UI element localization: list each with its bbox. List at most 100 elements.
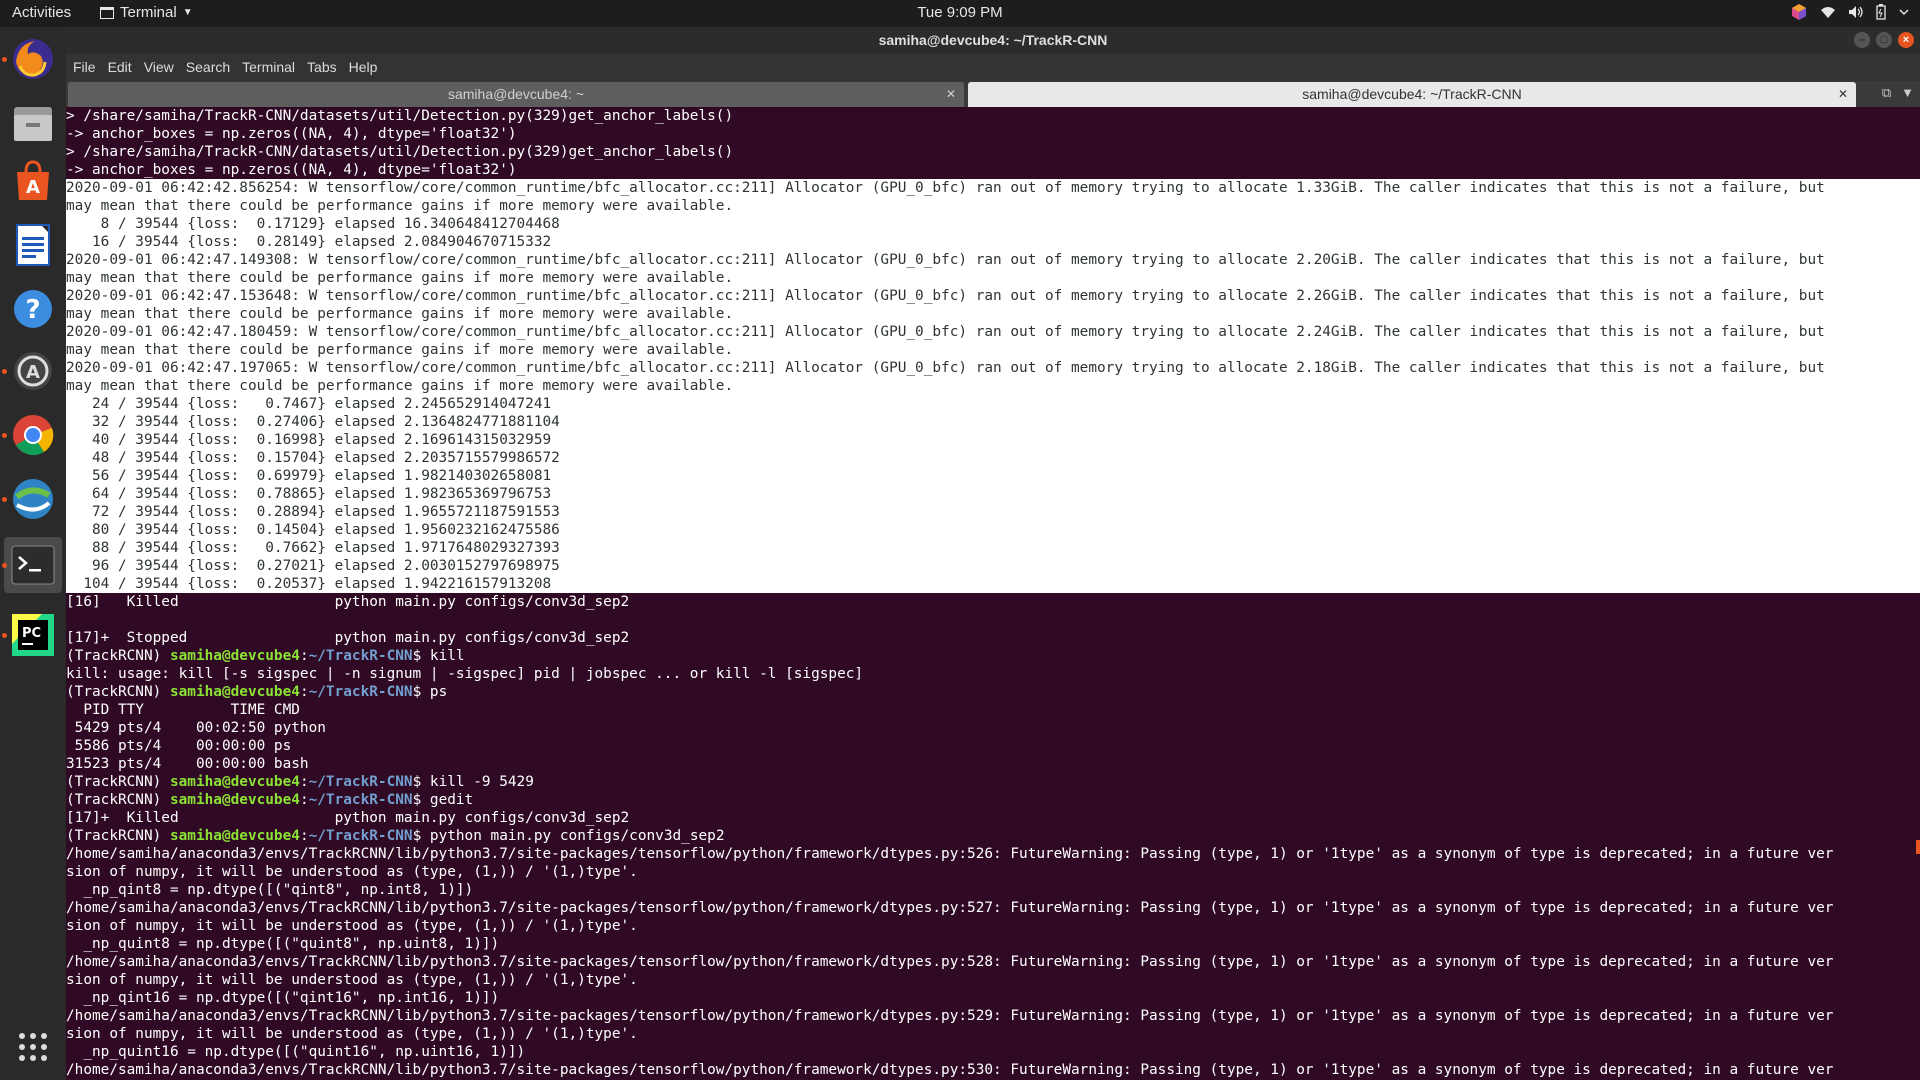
terminal-line: 40 / 39544 {loss: 0.16998} elapsed 2.169… <box>66 431 1920 449</box>
menu-terminal[interactable]: Terminal <box>236 54 301 81</box>
menu-search[interactable]: Search <box>180 54 236 81</box>
terminal-line: 32 / 39544 {loss: 0.27406} elapsed 2.136… <box>66 413 1920 431</box>
prompt-user: samiha@devcube4 <box>169 828 300 844</box>
menu-edit[interactable]: Edit <box>102 54 138 81</box>
terminal-line: 2020-09-01 06:42:47.180459: W tensorflow… <box>66 323 1920 341</box>
terminal-line: 2020-09-01 06:42:42.856254: W tensorflow… <box>66 179 1920 197</box>
terminal-line: 2020-09-01 06:42:47.149308: W tensorflow… <box>66 251 1920 269</box>
terminal-line: _np_quint8 = np.dtype([("quint8", np.uin… <box>66 936 500 952</box>
prompt-env: (TrackRCNN) <box>66 828 170 844</box>
terminal-line: /home/samiha/anaconda3/envs/TrackRCNN/li… <box>66 954 1834 970</box>
prompt-user: samiha@devcube4 <box>169 684 300 700</box>
prompt-env: (TrackRCNN) <box>66 774 170 790</box>
svg-text:PC: PC <box>22 626 41 641</box>
software-center-launcher[interactable]: A <box>9 157 57 205</box>
terminal-line: 88 / 39544 {loss: 0.7662} elapsed 1.9717… <box>66 539 1920 557</box>
prompt-command: kill -9 5429 <box>429 774 534 790</box>
window-title: samiha@devcube4: ~/TrackR-CNN <box>878 32 1108 48</box>
terminal-line: [16] Killed python main.py configs/conv3… <box>66 594 630 610</box>
new-tab-icon[interactable]: ⧉ <box>1882 85 1891 101</box>
close-tab-icon[interactable]: ✕ <box>946 82 956 107</box>
prompt-path: ~/TrackR-CNN <box>308 684 413 700</box>
terminal-line: 80 / 39544 {loss: 0.14504} elapsed 1.956… <box>66 521 1920 539</box>
terminal-line: sion of numpy, it will be understood as … <box>66 918 638 934</box>
top-bar: Activities Terminal ▼ Tue 9:09 PM <box>0 0 1920 27</box>
prompt-user: samiha@devcube4 <box>169 774 300 790</box>
terminal-line: /home/samiha/anaconda3/envs/TrackRCNN/li… <box>66 1008 1834 1024</box>
running-indicator <box>2 563 7 568</box>
show-apps-icon <box>19 1033 47 1061</box>
menu-help[interactable]: Help <box>343 54 384 81</box>
close-tab-icon[interactable]: ✕ <box>1838 82 1848 107</box>
minimize-icon: – <box>1858 34 1866 46</box>
power-menu-icon[interactable] <box>1898 6 1910 18</box>
prompt-command: ps <box>429 684 448 700</box>
terminal-line: 16 / 39544 {loss: 0.28149} elapsed 2.084… <box>66 233 1920 251</box>
terminal-line: may mean that there could be performance… <box>66 377 1920 395</box>
terminal-launcher[interactable] <box>4 537 62 593</box>
menu-file[interactable]: File <box>66 54 102 81</box>
prompt-env: (TrackRCNN) <box>66 792 170 808</box>
terminal-line: /home/samiha/anaconda3/envs/TrackRCNN/li… <box>66 1062 1834 1078</box>
terminal-line: 5586 pts/4 00:00:00 ps <box>66 738 292 754</box>
network-app-launcher[interactable] <box>9 475 57 523</box>
tab-home[interactable]: samiha@devcube4: ~ ✕ <box>68 82 964 107</box>
running-indicator <box>2 369 7 374</box>
prompt-user: samiha@devcube4 <box>169 648 300 664</box>
maximize-button[interactable]: □ <box>1876 32 1892 48</box>
terminal-line: _np_qint8 = np.dtype([("qint8", np.int8,… <box>66 882 474 898</box>
minimize-button[interactable]: – <box>1854 32 1870 48</box>
terminal-line: -> anchor_boxes = np.zeros((NA, 4), dtyp… <box>66 126 517 142</box>
updater-launcher[interactable]: A <box>9 347 57 395</box>
running-indicator <box>2 497 7 502</box>
pycharm-launcher[interactable]: PC <box>9 611 57 659</box>
terminal-line: may mean that there could be performance… <box>66 305 1920 323</box>
help-icon: ? <box>14 290 52 328</box>
terminal-line: kill: usage: kill [-s sigspec | -n signu… <box>66 666 864 682</box>
window-titlebar[interactable]: samiha@devcube4: ~/TrackR-CNN – □ × <box>66 27 1920 54</box>
show-apps-button[interactable] <box>9 1023 57 1071</box>
chrome-icon <box>13 415 54 456</box>
menu-bar: File Edit View Search Terminal Tabs Help <box>66 54 1920 81</box>
activities-button[interactable]: Activities <box>12 4 71 21</box>
writer-icon <box>16 224 50 266</box>
terminal-line: 5429 pts/4 00:02:50 python <box>66 720 326 736</box>
wifi-icon[interactable] <box>1820 5 1836 19</box>
terminal-line: may mean that there could be performance… <box>66 197 1920 215</box>
terminal-line: 2020-09-01 06:42:47.197065: W tensorflow… <box>66 359 1920 377</box>
menu-view[interactable]: View <box>138 54 180 81</box>
pycharm-icon: PC <box>12 614 54 656</box>
volume-icon[interactable] <box>1848 5 1864 19</box>
system-tray[interactable] <box>1790 3 1910 21</box>
app-menu-button[interactable]: Terminal ▼ <box>100 4 193 21</box>
terminal-line: 72 / 39544 {loss: 0.28894} elapsed 1.965… <box>66 503 1920 521</box>
menu-tabs[interactable]: Tabs <box>301 54 343 81</box>
tab-menu-chevron-icon[interactable]: ▼ <box>1901 85 1914 101</box>
terminal-line: sion of numpy, it will be understood as … <box>66 864 638 880</box>
battery-icon[interactable] <box>1876 4 1886 20</box>
chevron-down-icon: ▼ <box>182 7 193 18</box>
terminal-line: 64 / 39544 {loss: 0.78865} elapsed 1.982… <box>66 485 1920 503</box>
tab-trackr-cnn[interactable]: samiha@devcube4: ~/TrackR-CNN ✕ <box>968 82 1856 107</box>
maximize-icon: □ <box>1880 34 1888 46</box>
prompt-path: ~/TrackR-CNN <box>308 774 413 790</box>
running-indicator <box>2 433 7 438</box>
terminal-output[interactable]: > /share/samiha/TrackR-CNN/datasets/util… <box>66 107 1920 1080</box>
terminal-line: 24 / 39544 {loss: 0.7467} elapsed 2.2456… <box>66 395 1920 413</box>
prompt-path: ~/TrackR-CNN <box>308 648 413 664</box>
app-indicator-icon[interactable] <box>1790 3 1808 21</box>
terminal-line: sion of numpy, it will be understood as … <box>66 972 638 988</box>
clock[interactable]: Tue 9:09 PM <box>917 4 1002 21</box>
help-launcher[interactable]: ? <box>9 285 57 333</box>
terminal-line: [17]+ Killed python main.py configs/conv… <box>66 810 630 826</box>
terminal-line: /home/samiha/anaconda3/envs/TrackRCNN/li… <box>66 846 1834 862</box>
scrollbar[interactable] <box>1916 840 1920 854</box>
tab-label: samiha@devcube4: ~ <box>447 86 584 102</box>
writer-launcher[interactable] <box>9 221 57 269</box>
firefox-launcher[interactable] <box>9 35 57 83</box>
chrome-launcher[interactable] <box>9 411 57 459</box>
terminal-line: may mean that there could be performance… <box>66 269 1920 287</box>
close-window-button[interactable]: × <box>1898 32 1914 48</box>
running-indicator <box>2 57 7 62</box>
files-launcher[interactable] <box>9 99 57 147</box>
